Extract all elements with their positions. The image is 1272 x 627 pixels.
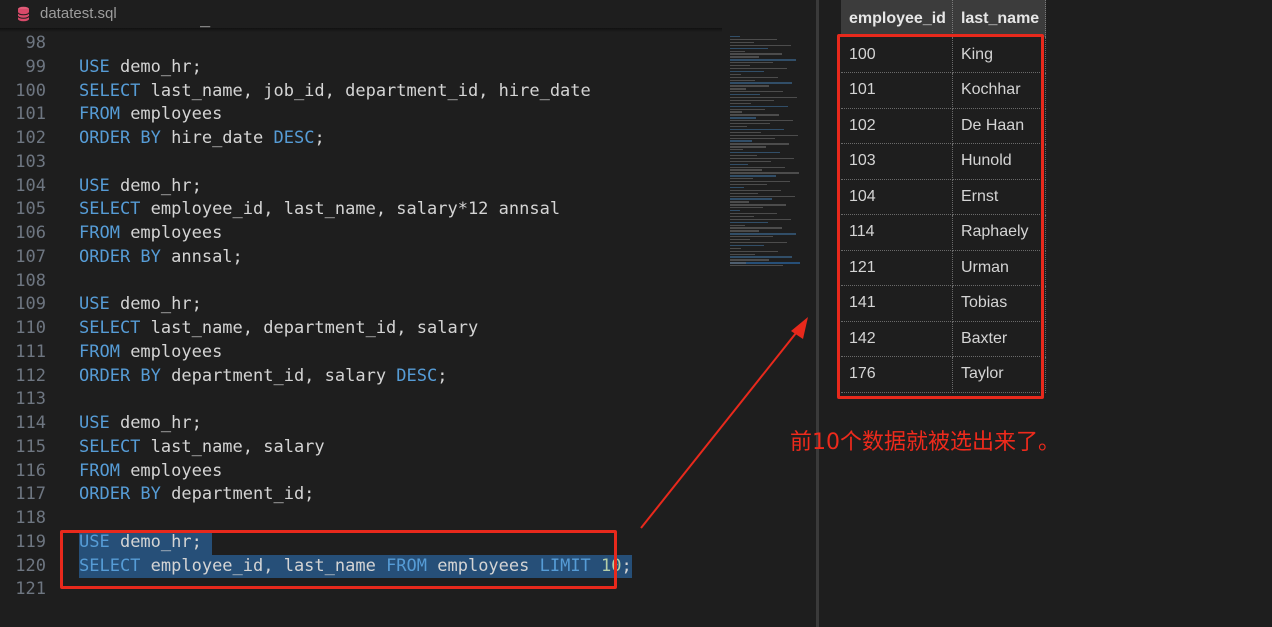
annotation-text: 前10个数据就被选出来了。 <box>790 430 1060 455</box>
annotation-arrow <box>640 317 808 529</box>
